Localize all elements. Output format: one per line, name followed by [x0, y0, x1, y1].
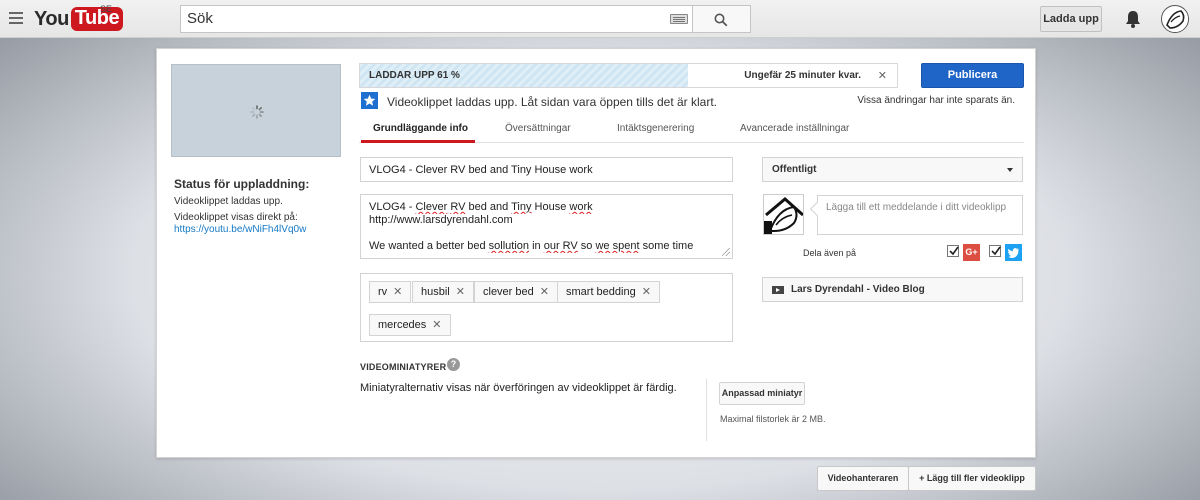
avatar-image [1163, 7, 1188, 32]
progress-label: LADDAR UPP 61 % [369, 70, 460, 81]
tabs: Grundläggande info Översättningar Intäkt… [359, 117, 1024, 143]
channel-name: Lars Dyrendahl - Video Blog [791, 284, 925, 295]
channel-avatar [763, 194, 804, 235]
tag-label: clever bed [483, 286, 534, 298]
upload-message: Videoklippet laddas upp. Låt sidan vara … [387, 95, 717, 109]
cancel-upload-icon[interactable]: ✕ [878, 69, 887, 82]
logo-you-text: You [34, 7, 69, 30]
twitter-icon [1005, 244, 1022, 261]
tag-chip: clever bed ✕ [474, 281, 558, 303]
checkmark-icon [949, 246, 959, 256]
upload-progress-bar: LADDAR UPP 61 % Ungefär 25 minuter kvar.… [359, 63, 898, 88]
max-file-size-note: Maximal filstorlek är 2 MB. [720, 414, 826, 424]
tab-translations[interactable]: Översättningar [505, 123, 571, 134]
publish-button[interactable]: Publicera [921, 63, 1024, 88]
tab-advanced-settings[interactable]: Avancerade inställningar [740, 123, 849, 134]
tags-input[interactable]: rv ✕ husbil ✕ clever bed ✕ smart bedding ✕ m… [360, 273, 733, 342]
description-line-3 [369, 227, 724, 240]
thumbnails-message: Miniatyralternativ visas när överföringe… [360, 382, 677, 394]
chevron-down-icon [1007, 168, 1013, 172]
tag-chip: smart bedding ✕ [557, 281, 660, 303]
upload-panel: Status för uppladdning: Videoklippet lad… [156, 48, 1036, 458]
tab-monetization[interactable]: Intäktsgenerering [617, 123, 694, 134]
tag-label: smart bedding [566, 286, 636, 298]
remove-tag-icon[interactable]: ✕ [393, 286, 402, 298]
menu-icon[interactable] [9, 12, 23, 24]
country-code: SE [100, 4, 113, 14]
tag-chip: mercedes ✕ [369, 314, 451, 336]
help-icon[interactable]: ? [447, 358, 460, 371]
upload-button[interactable]: Ladda upp [1040, 6, 1102, 32]
logo-tube-text: Tube [70, 7, 124, 31]
share-message-input[interactable]: Lägga till ett meddelande i ditt videokl… [817, 195, 1023, 235]
search-value: Sök [187, 10, 213, 27]
video-manager-button[interactable]: Videohanteraren [817, 466, 909, 491]
twitter-share-checkbox[interactable] [989, 245, 1001, 257]
title-input[interactable]: VLOG4 - Clever RV bed and Tiny House wor… [360, 157, 733, 182]
privacy-select[interactable]: Offentligt [762, 157, 1023, 182]
video-channel-icon [772, 286, 784, 294]
description-line-1: VLOG4 - Clever RV bed and Tiny House wor… [369, 201, 593, 213]
channel-logo-image [764, 195, 803, 234]
tag-chip: rv ✕ [369, 281, 412, 303]
custom-thumbnail-button[interactable]: Anpassad miniatyr [719, 382, 805, 405]
tag-label: husbil [421, 286, 450, 298]
resize-handle[interactable] [722, 248, 730, 256]
top-bar: You Tube SE Sök Ladda upp [0, 0, 1200, 38]
description-textarea[interactable]: VLOG4 - Clever RV bed and Tiny House wor… [360, 194, 733, 259]
active-tab-indicator [361, 140, 475, 143]
gplus-icon: G+ [963, 244, 980, 261]
account-avatar[interactable] [1161, 5, 1189, 33]
thumbnails-heading: VIDEOMINIATYRER [360, 362, 447, 372]
description-line-4: We wanted a better bed sollution in our … [369, 240, 694, 252]
upload-status-text: Videoklippet laddas upp. [174, 196, 283, 207]
tag-chip: husbil ✕ [412, 281, 474, 303]
tag-label: mercedes [378, 319, 427, 331]
search-icon [714, 13, 728, 27]
channel-selector[interactable]: Lars Dyrendahl - Video Blog [762, 277, 1023, 302]
unsaved-changes-notice: Vissa ändringar har inte sparats än. [857, 95, 1015, 106]
privacy-value: Offentligt [772, 164, 817, 175]
loading-spinner-icon [250, 105, 264, 119]
remove-tag-icon[interactable]: ✕ [642, 286, 651, 298]
star-icon [361, 92, 378, 109]
remove-tag-icon[interactable]: ✕ [540, 286, 549, 298]
divider [706, 379, 707, 441]
time-remaining: Ungefär 25 minuter kvar. [744, 70, 861, 81]
remove-tag-icon[interactable]: ✕ [456, 286, 465, 298]
remove-tag-icon[interactable]: ✕ [432, 319, 441, 331]
tag-label: rv [378, 286, 388, 298]
video-thumbnail [171, 64, 341, 157]
video-link[interactable]: https://youtu.be/wNiFh4lVq0w [174, 224, 306, 235]
video-url-label: Videoklippet visas direkt på: [174, 212, 298, 223]
share-also-label: Dela även på [803, 248, 857, 258]
upload-status-title: Status för uppladdning: [174, 177, 310, 191]
search-input[interactable]: Sök [180, 5, 693, 33]
add-more-videos-button[interactable]: + Lägg till fler videoklipp [908, 466, 1036, 491]
keyboard-icon[interactable] [670, 14, 688, 24]
tab-basic-info[interactable]: Grundläggande info [373, 123, 468, 134]
checkmark-icon [991, 246, 1001, 256]
gplus-share-checkbox[interactable] [947, 245, 959, 257]
search-button[interactable] [693, 5, 751, 33]
description-line-2: http://www.larsdyrendahl.com [369, 214, 513, 226]
bell-icon[interactable] [1124, 9, 1142, 29]
